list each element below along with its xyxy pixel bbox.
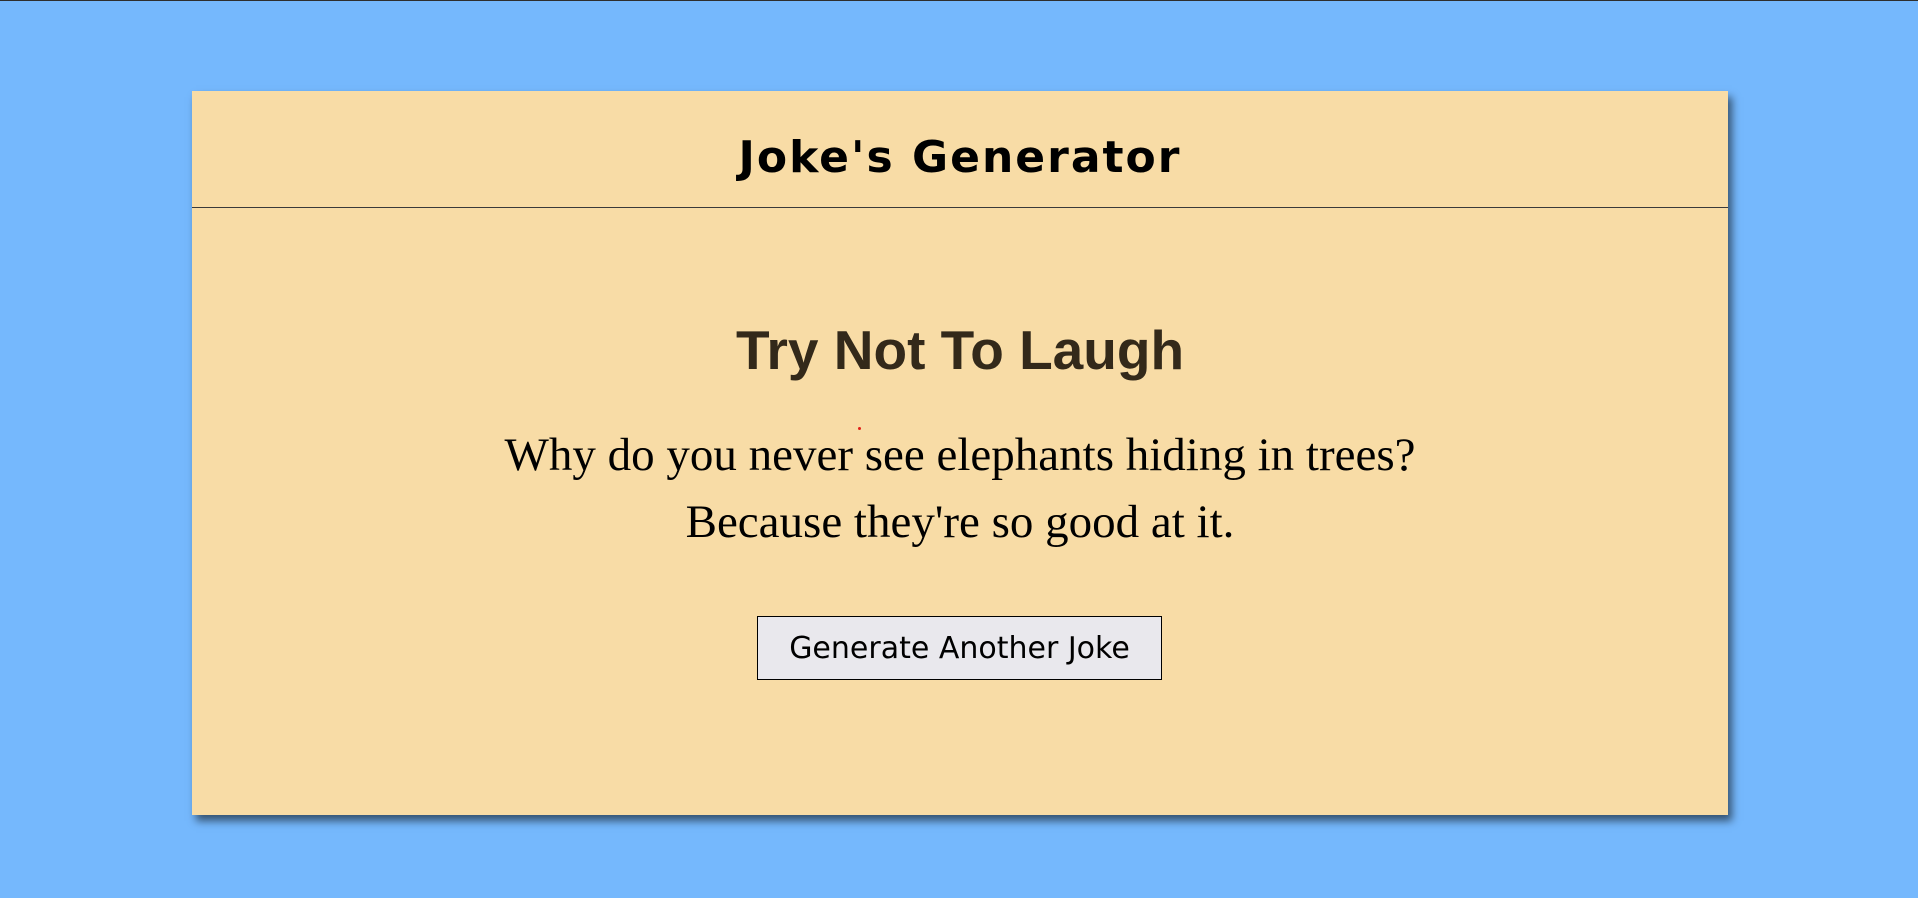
generate-joke-button[interactable]: Generate Another Joke xyxy=(757,616,1162,680)
card-body: Try Not To Laugh Why do you never see el… xyxy=(192,208,1728,556)
card-header: Joke's Generator xyxy=(192,91,1728,208)
top-divider xyxy=(0,0,1918,1)
app-title: Joke's Generator xyxy=(738,131,1182,183)
cursor-dot xyxy=(858,427,861,430)
joke-setup: Why do you never see elephants hiding in… xyxy=(504,429,1416,481)
headline: Try Not To Laugh xyxy=(735,319,1185,381)
joke-punchline: Because they're so good at it. xyxy=(685,496,1235,548)
joke-text: Why do you never see elephants hiding in… xyxy=(192,422,1728,556)
joke-card: Joke's Generator Try Not To Laugh Why do… xyxy=(192,91,1728,815)
